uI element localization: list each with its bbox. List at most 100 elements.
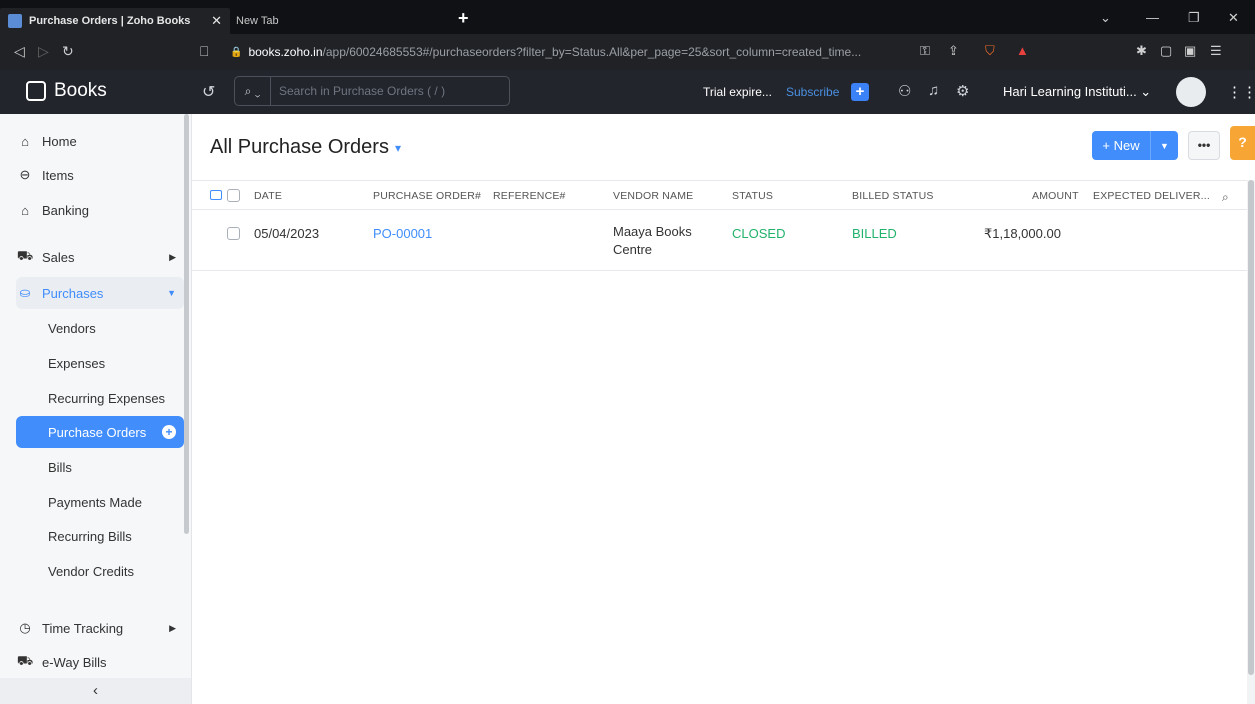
trial-status: Trial expire...: [703, 85, 772, 99]
new-button[interactable]: + New ▼: [1092, 131, 1178, 160]
sidebar-item-label: Time Tracking: [42, 620, 124, 636]
new-dropdown-icon[interactable]: ▼: [1150, 131, 1178, 160]
sidebar: ⌂ Home ⊖ Items ⌂ Banking ⛟ Sales ▶ ⛀ Pur…: [0, 114, 192, 704]
sidebar-item-label: e-Way Bills: [42, 654, 107, 670]
sidebar-item-label: Vendors: [48, 320, 96, 336]
sidebar-item-payments-made[interactable]: Payments Made: [16, 486, 184, 518]
column-purchase-order[interactable]: PURCHASE ORDER#: [373, 190, 481, 202]
url-field[interactable]: 🔒 books.zoho.in /app/60024685553#/purcha…: [230, 41, 1040, 63]
help-button[interactable]: ?: [1230, 126, 1255, 160]
recent-history-icon[interactable]: ↺: [202, 82, 215, 102]
sidebar-item-label: Recurring Expenses: [48, 390, 166, 406]
select-all-checkbox[interactable]: [227, 189, 240, 202]
main-scrollbar-thumb[interactable]: [1248, 180, 1254, 675]
key-icon[interactable]: ⚿: [920, 43, 930, 59]
column-settings-icon[interactable]: [210, 190, 222, 200]
items-icon: ⊖: [19, 167, 31, 182]
sidebar-item-label: Sales: [42, 249, 75, 265]
avatar[interactable]: [1176, 77, 1206, 107]
cell-date: 05/04/2023: [254, 226, 320, 241]
reload-icon[interactable]: ↻: [62, 43, 74, 60]
url-host: books.zoho.in: [248, 45, 323, 59]
sidebar-item-label: Recurring Bills: [48, 528, 132, 544]
collapse-sidebar-button[interactable]: ‹: [0, 678, 191, 704]
organization-switcher[interactable]: Hari Learning Instituti... ⌄: [1003, 84, 1151, 100]
apps-grid-icon[interactable]: ⋮⋮: [1227, 83, 1255, 101]
quick-create-button[interactable]: +: [851, 83, 869, 101]
tab-new-tab[interactable]: New Tab: [236, 8, 446, 34]
menu-icon[interactable]: ☰: [1210, 43, 1222, 59]
sidebar-item-home[interactable]: ⌂ Home: [16, 125, 184, 157]
sidebar-scrollbar[interactable]: [184, 114, 189, 534]
notification-bell-icon[interactable]: ♫: [928, 82, 939, 99]
column-date[interactable]: DATE: [254, 190, 282, 202]
home-icon: ⌂: [21, 133, 29, 149]
table-header: DATE PURCHASE ORDER# REFERENCE# VENDOR N…: [192, 180, 1247, 210]
sidebar-item-recurring-expenses[interactable]: Recurring Expenses: [16, 382, 184, 414]
column-reference[interactable]: REFERENCE#: [493, 190, 566, 202]
sidebar-item-bills[interactable]: Bills: [16, 451, 184, 483]
cell-purchase-order-link[interactable]: PO-00001: [373, 226, 432, 241]
cell-vendor-name: Maaya Books Centre: [613, 224, 692, 257]
bookmark-icon[interactable]: ⎕: [200, 43, 208, 60]
sidebar-item-purchases[interactable]: ⛀ Purchases ▼: [16, 277, 184, 309]
sidebar-toggle-icon[interactable]: ▢: [1160, 43, 1172, 59]
books-logo[interactable]: Books: [26, 80, 107, 102]
sidebar-item-banking[interactable]: ⌂ Banking: [16, 194, 184, 226]
column-amount[interactable]: AMOUNT: [1032, 190, 1079, 202]
table-search-icon[interactable]: ⌕: [1222, 190, 1229, 205]
new-tab-button[interactable]: +: [458, 8, 469, 29]
search-input[interactable]: ⌕ ⌄ Search in Purchase Orders ( / ): [234, 76, 510, 106]
main-scrollbar[interactable]: [1247, 180, 1255, 704]
bank-icon: ⌂: [21, 202, 29, 218]
add-purchase-order-icon[interactable]: +: [162, 425, 176, 439]
share-icon[interactable]: ⇪: [948, 43, 959, 59]
cell-status: CLOSED: [732, 226, 786, 241]
sidebar-item-time-tracking[interactable]: ◷ Time Tracking ▶: [16, 612, 184, 644]
subscribe-link[interactable]: Subscribe: [786, 85, 839, 99]
column-billed-status[interactable]: BILLED STATUS: [852, 190, 934, 202]
extensions-icon[interactable]: ✱: [1136, 43, 1147, 59]
settings-gear-icon[interactable]: ⚙: [956, 82, 969, 100]
sidebar-item-label: Purchases: [42, 285, 104, 301]
truck-icon: ⛟: [16, 653, 34, 668]
column-status[interactable]: STATUS: [732, 190, 773, 202]
forward-icon[interactable]: ▷: [38, 43, 49, 60]
row-checkbox[interactable]: [227, 227, 240, 240]
tab-close-icon[interactable]: ✕: [211, 13, 222, 29]
table-row[interactable]: 05/04/2023 PO-00001 Maaya Books Centre C…: [192, 211, 1247, 271]
app-name: Books: [54, 80, 107, 101]
sidebar-item-vendor-credits[interactable]: Vendor Credits: [16, 555, 184, 587]
page-title-text: All Purchase Orders: [210, 136, 389, 158]
sidebar-item-purchase-orders[interactable]: Purchase Orders +: [16, 416, 184, 448]
minimize-icon[interactable]: —: [1146, 10, 1159, 25]
brave-shield-icon[interactable]: ⛉: [985, 43, 995, 59]
search-icon[interactable]: ⌕ ⌄: [235, 77, 271, 105]
brave-rewards-icon[interactable]: ▲: [1016, 43, 1029, 58]
cell-billed-status: BILLED: [852, 226, 897, 241]
column-vendor-name[interactable]: VENDOR NAME: [613, 190, 693, 202]
tab-list-chevron-icon[interactable]: ⌄: [1100, 10, 1111, 26]
cart-icon: ⛟: [16, 248, 34, 263]
sidebar-item-sales[interactable]: ⛟ Sales ▶: [16, 241, 184, 273]
sidebar-item-label: Home: [42, 133, 77, 149]
users-icon[interactable]: ⚇: [898, 82, 911, 100]
zoho-books-favicon-icon: [8, 14, 22, 28]
sidebar-item-items[interactable]: ⊖ Items: [16, 159, 184, 191]
new-button-label: + New: [1102, 138, 1140, 153]
expand-arrow-icon: ▶: [169, 622, 176, 633]
sidebar-item-label: Expenses: [48, 355, 106, 371]
wallet-icon[interactable]: ▣: [1184, 43, 1196, 59]
sidebar-item-eway-bills[interactable]: ⛟ e-Way Bills: [16, 646, 184, 678]
sidebar-item-recurring-bills[interactable]: Recurring Bills: [16, 520, 184, 552]
restore-icon[interactable]: ❐: [1188, 10, 1200, 26]
back-icon[interactable]: ◁: [14, 43, 25, 60]
close-window-icon[interactable]: ✕: [1228, 10, 1239, 26]
more-options-button[interactable]: •••: [1188, 131, 1220, 160]
column-expected-delivery[interactable]: EXPECTED DELIVER...: [1093, 190, 1210, 202]
sidebar-item-expenses[interactable]: Expenses: [16, 347, 184, 379]
tab-purchase-orders[interactable]: Purchase Orders | Zoho Books ✕: [0, 8, 230, 34]
sidebar-item-vendors[interactable]: Vendors: [16, 312, 184, 344]
page-title[interactable]: All Purchase Orders ▾: [210, 136, 401, 159]
cell-amount: ₹1,18,000.00: [984, 226, 1061, 241]
